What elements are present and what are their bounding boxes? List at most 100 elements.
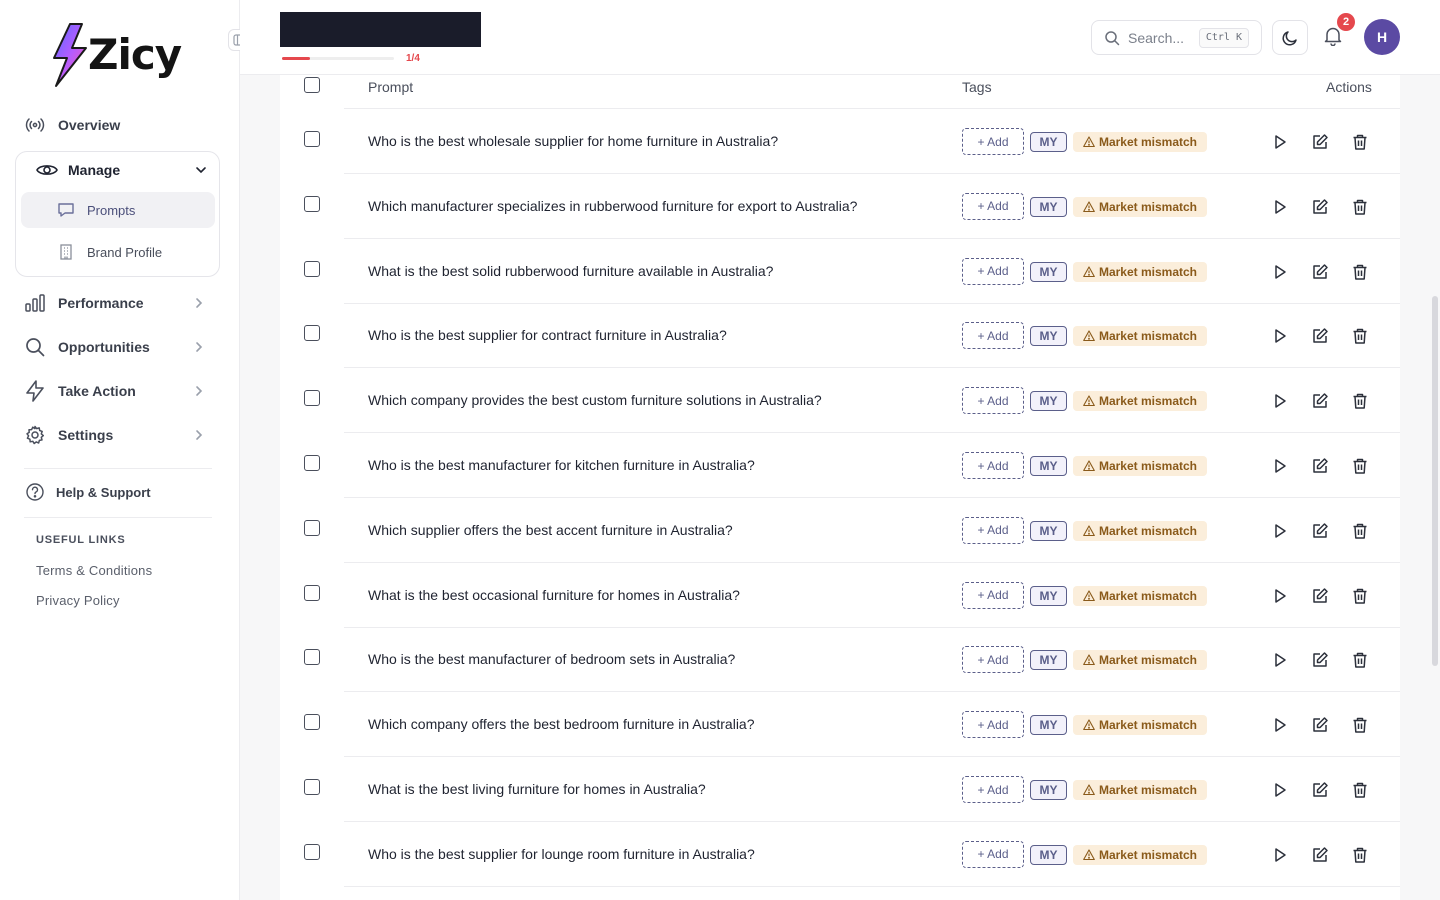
row-checkbox[interactable]	[304, 584, 320, 601]
run-button[interactable]	[1271, 587, 1289, 605]
notifications-button[interactable]	[1324, 26, 1342, 46]
edit-button[interactable]	[1311, 392, 1329, 410]
sidebar-item-prompts[interactable]: Prompts	[21, 192, 215, 228]
sidebar-item-label: Opportunities	[58, 339, 150, 355]
add-tag-button[interactable]: + Add	[962, 711, 1024, 739]
market-tag: MY	[1030, 456, 1067, 476]
add-tag-button[interactable]: + Add	[962, 581, 1024, 609]
trash-icon	[1353, 264, 1367, 280]
edit-icon	[1313, 199, 1328, 214]
run-button[interactable]	[1271, 522, 1289, 540]
delete-button[interactable]	[1351, 651, 1369, 669]
edit-button[interactable]	[1311, 846, 1329, 864]
delete-button[interactable]	[1351, 263, 1369, 281]
run-button[interactable]	[1271, 133, 1289, 151]
delete-button[interactable]	[1351, 392, 1369, 410]
sidebar-item-help[interactable]: Help & Support	[24, 474, 216, 510]
table-header: Prompt Tags Actions	[280, 75, 1400, 108]
row-checkbox[interactable]	[304, 390, 320, 407]
run-button[interactable]	[1271, 457, 1289, 475]
delete-button[interactable]	[1351, 457, 1369, 475]
warning-text: Market mismatch	[1098, 329, 1198, 344]
edit-button[interactable]	[1311, 198, 1329, 216]
add-tag-button[interactable]: + Add	[962, 387, 1024, 415]
delete-button[interactable]	[1351, 133, 1369, 151]
run-button[interactable]	[1271, 263, 1289, 281]
add-tag-button[interactable]: + Add	[962, 452, 1024, 479]
prompts-table: Prompt Tags Actions Who is the best whol…	[280, 75, 1400, 900]
row-checkbox[interactable]	[304, 649, 320, 666]
run-button[interactable]	[1271, 327, 1289, 345]
warning-icon	[1083, 460, 1095, 472]
run-button[interactable]	[1271, 781, 1289, 799]
add-tag-button[interactable]: + Add	[962, 128, 1024, 155]
terms-link[interactable]: Terms & Conditions	[36, 563, 152, 578]
run-button[interactable]	[1271, 716, 1289, 734]
delete-button[interactable]	[1351, 522, 1369, 540]
search-input[interactable]: Search... Ctrl K	[1091, 20, 1262, 55]
edit-button[interactable]	[1311, 781, 1329, 799]
run-button[interactable]	[1271, 651, 1289, 669]
user-avatar[interactable]: H	[1364, 19, 1400, 55]
add-tag-button[interactable]: + Add	[962, 257, 1024, 285]
add-tag-button[interactable]: + Add	[962, 840, 1024, 868]
row-checkbox[interactable]	[304, 779, 320, 795]
sidebar: Zicy Overview Manage Prompts Brand Profi…	[0, 0, 250, 900]
delete-button[interactable]	[1351, 587, 1369, 605]
scrollbar[interactable]	[1432, 296, 1438, 666]
warning-text: Market mismatch	[1098, 264, 1198, 279]
delete-button[interactable]	[1351, 716, 1369, 734]
warning-icon	[1083, 330, 1095, 342]
sidebar-item-label: Settings	[58, 427, 114, 443]
run-button[interactable]	[1271, 198, 1289, 216]
sidebar-item-overview[interactable]: Overview	[24, 107, 216, 143]
edit-button[interactable]	[1311, 327, 1329, 345]
sidebar-item-settings[interactable]: Settings	[24, 417, 216, 453]
add-tag-button[interactable]: + Add	[962, 516, 1024, 544]
edit-button[interactable]	[1311, 651, 1329, 669]
select-all-checkbox[interactable]	[304, 77, 320, 93]
edit-button[interactable]	[1311, 133, 1329, 151]
sidebar-item-brand-profile[interactable]: Brand Profile	[21, 234, 215, 270]
delete-button[interactable]	[1351, 846, 1369, 864]
delete-button[interactable]	[1351, 198, 1369, 216]
chevron-down-icon[interactable]	[195, 164, 207, 176]
add-tag-button[interactable]: + Add	[962, 776, 1024, 803]
market-tag: MY	[1030, 391, 1067, 412]
lightning-icon	[24, 380, 46, 402]
warning-icon	[1083, 654, 1095, 666]
sidebar-item-manage[interactable]: Manage	[36, 162, 120, 178]
delete-button[interactable]	[1351, 327, 1369, 345]
sidebar-item-performance[interactable]: Performance	[24, 285, 216, 321]
edit-button[interactable]	[1311, 457, 1329, 475]
run-button[interactable]	[1271, 392, 1289, 410]
warning-text: Market mismatch	[1098, 394, 1198, 409]
edit-button[interactable]	[1311, 263, 1329, 281]
add-tag-button[interactable]: + Add	[962, 192, 1024, 220]
add-tag-button[interactable]: + Add	[962, 322, 1024, 350]
edit-button[interactable]	[1311, 522, 1329, 540]
broadcast-icon	[24, 114, 46, 136]
column-header-prompt: Prompt	[368, 79, 414, 95]
zicy-logo[interactable]: Zicy	[50, 22, 182, 88]
edit-button[interactable]	[1311, 587, 1329, 605]
run-button[interactable]	[1271, 846, 1289, 864]
row-checkbox[interactable]	[304, 325, 320, 342]
row-checkbox[interactable]	[304, 455, 320, 471]
chevron-right-icon	[194, 429, 204, 441]
edit-button[interactable]	[1311, 716, 1329, 734]
row-checkbox[interactable]	[304, 131, 320, 147]
play-icon	[1275, 264, 1286, 279]
row-checkbox[interactable]	[304, 260, 320, 277]
warning-text: Market mismatch	[1098, 718, 1198, 733]
delete-button[interactable]	[1351, 781, 1369, 799]
privacy-link[interactable]: Privacy Policy	[36, 593, 120, 608]
row-checkbox[interactable]	[304, 519, 320, 536]
sidebar-item-opportunities[interactable]: Opportunities	[24, 329, 216, 365]
row-checkbox[interactable]	[304, 843, 320, 860]
row-checkbox[interactable]	[304, 714, 320, 731]
sidebar-item-take-action[interactable]: Take Action	[24, 373, 216, 409]
row-checkbox[interactable]	[304, 195, 320, 212]
add-tag-button[interactable]: + Add	[962, 646, 1024, 674]
theme-toggle-button[interactable]	[1272, 20, 1308, 55]
